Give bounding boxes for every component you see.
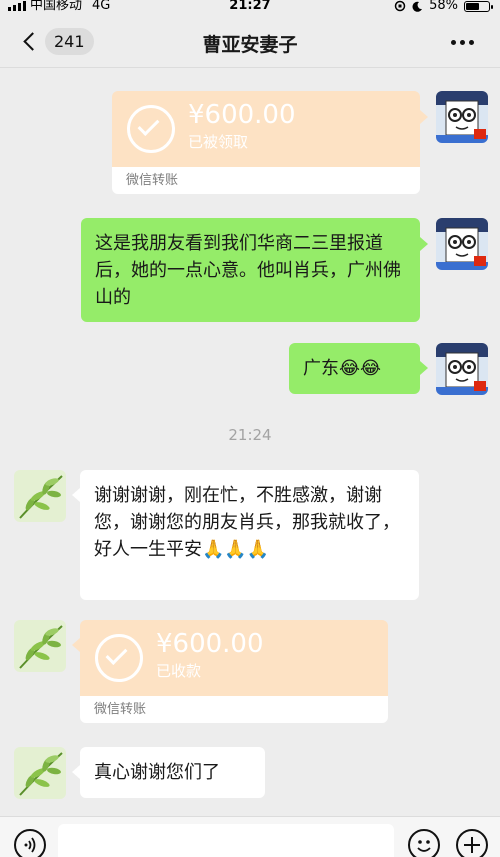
status-right: 58%	[394, 0, 493, 13]
more-dots-icon	[451, 40, 456, 45]
time-divider: 21:24	[228, 426, 272, 444]
chat-title: 曹亚安妻子	[202, 34, 298, 56]
more-dot	[469, 40, 474, 45]
transfer-amount: ¥600.00	[188, 100, 296, 130]
transfer-label: 微信转账	[112, 167, 420, 194]
my-avatar[interactable]	[436, 343, 488, 395]
orientation-lock-icon	[394, 0, 406, 12]
bubble-tail	[72, 638, 80, 652]
message-text: 真心谢谢您们了	[94, 762, 220, 783]
message-input[interactable]	[58, 824, 394, 857]
moon-icon	[412, 1, 423, 12]
leaf-avatar-icon	[14, 747, 66, 799]
more-button[interactable]	[451, 40, 474, 45]
message-bubble-sent[interactable]: 广东😂😂	[289, 343, 420, 394]
transfer-card-received[interactable]: ¥600.00 已收款 微信转账	[80, 620, 388, 723]
bubble-tail	[72, 488, 80, 502]
voice-button[interactable]	[14, 829, 46, 857]
message-bubble-received[interactable]: 真心谢谢您们了	[80, 747, 265, 798]
transfer-amount: ¥600.00	[156, 629, 264, 659]
check-circle-icon	[127, 105, 175, 153]
bubble-tail	[420, 110, 428, 124]
contact-avatar[interactable]	[14, 620, 66, 672]
transfer-card-body: ¥600.00 已收款	[80, 620, 388, 696]
cartoon-face-icon	[436, 218, 488, 270]
battery-percent: 58%	[429, 0, 458, 13]
transfer-status: 已收款	[156, 662, 202, 680]
plus-icon	[464, 837, 480, 853]
bubble-tail	[72, 765, 80, 779]
transfer-card-body: ¥600.00 已被领取	[112, 91, 420, 167]
check-circle-icon	[95, 634, 143, 682]
battery-fill	[466, 2, 479, 10]
nav-bar: 241 曹亚安妻子	[0, 16, 500, 68]
bubble-tail	[420, 237, 428, 251]
transfer-status: 已被领取	[188, 133, 249, 151]
input-bar	[0, 816, 500, 857]
leaf-avatar-icon	[14, 620, 66, 672]
transfer-label: 微信转账	[80, 696, 388, 723]
message-text: 谢谢谢谢，刚在忙，不胜感激，谢谢您，谢谢您的朋友肖兵，那我就收了，好人一生平安🙏…	[94, 485, 400, 560]
cartoon-face-icon	[436, 91, 488, 143]
emoji-icon	[417, 840, 431, 852]
add-button[interactable]	[456, 829, 488, 857]
status-bar: 中国移动 4G 21:27 58%	[0, 0, 500, 16]
transfer-card-sent[interactable]: ¥600.00 已被领取 微信转账	[112, 91, 420, 194]
message-bubble-sent[interactable]: 这是我朋友看到我们华商二三里报道后，她的一点心意。他叫肖兵，广州佛山的	[81, 218, 420, 322]
message-text: 这是我朋友看到我们华商二三里报道后，她的一点心意。他叫肖兵，广州佛山的	[95, 233, 401, 308]
emoji-button[interactable]	[408, 829, 440, 857]
message-bubble-received[interactable]: 谢谢谢谢，刚在忙，不胜感激，谢谢您，谢谢您的朋友肖兵，那我就收了，好人一生平安🙏…	[80, 470, 419, 600]
contact-avatar[interactable]	[14, 747, 66, 799]
message-text: 广东😂😂	[303, 358, 382, 379]
my-avatar[interactable]	[436, 91, 488, 143]
contact-avatar[interactable]	[14, 470, 66, 522]
cartoon-face-icon	[436, 343, 488, 395]
leaf-avatar-icon	[14, 470, 66, 522]
my-avatar[interactable]	[436, 218, 488, 270]
voice-icon	[24, 837, 36, 853]
more-dot	[460, 40, 465, 45]
bubble-tail	[420, 361, 428, 375]
battery-icon	[464, 0, 493, 12]
